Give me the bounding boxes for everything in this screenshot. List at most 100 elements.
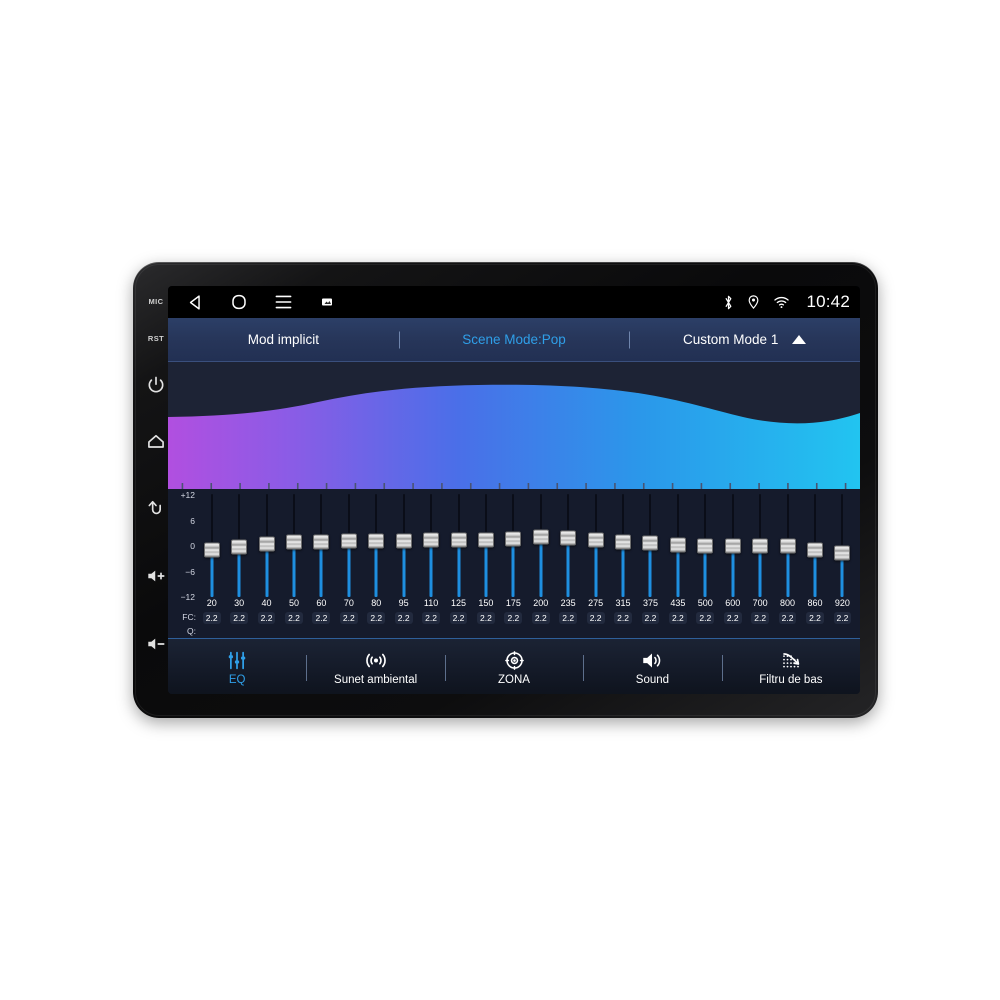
eq-slider-thumb[interactable] xyxy=(450,532,467,548)
eq-band[interactable]: 315 2.2 xyxy=(609,489,636,638)
eq-band[interactable]: 80 2.2 xyxy=(363,489,390,638)
eq-slider-thumb[interactable] xyxy=(669,537,686,553)
eq-slider-thumb[interactable] xyxy=(615,534,632,550)
eq-band-track[interactable] xyxy=(554,489,581,597)
eq-band[interactable]: 500 2.2 xyxy=(692,489,719,638)
eq-slider-thumb[interactable] xyxy=(752,538,769,554)
eq-band-q-value[interactable]: 2.2 xyxy=(312,612,331,624)
eq-band-track[interactable] xyxy=(692,489,719,597)
eq-band-track[interactable] xyxy=(719,489,746,597)
eq-band[interactable]: 50 2.2 xyxy=(280,489,307,638)
eq-band-track[interactable] xyxy=(445,489,472,597)
touchscreen-display[interactable]: 10:42 Mod implicit Scene Mode:Pop Custom… xyxy=(168,286,860,694)
eq-band-track[interactable] xyxy=(829,489,856,597)
eq-band[interactable]: 125 2.2 xyxy=(445,489,472,638)
eq-slider-thumb[interactable] xyxy=(477,532,494,548)
eq-band[interactable]: 60 2.2 xyxy=(308,489,335,638)
eq-slider-thumb[interactable] xyxy=(203,542,220,558)
eq-band-track[interactable] xyxy=(280,489,307,597)
eq-slider-thumb[interactable] xyxy=(340,533,357,549)
eq-band-q-value[interactable]: 2.2 xyxy=(367,612,386,624)
eq-band-q-value[interactable]: 2.2 xyxy=(778,612,797,624)
eq-band-track[interactable] xyxy=(774,489,801,597)
eq-band-q-value[interactable]: 2.2 xyxy=(230,612,249,624)
eq-band-track[interactable] xyxy=(472,489,499,597)
eq-band[interactable]: 600 2.2 xyxy=(719,489,746,638)
tab-zone[interactable]: ZONA xyxy=(445,639,583,694)
eq-band-track[interactable] xyxy=(253,489,280,597)
eq-band-q-value[interactable]: 2.2 xyxy=(477,612,495,624)
eq-band[interactable]: 920 2.2 xyxy=(829,489,856,638)
eq-slider-thumb[interactable] xyxy=(313,534,330,550)
eq-band-track[interactable] xyxy=(801,489,828,597)
eq-band-q-value[interactable]: 2.2 xyxy=(559,612,578,624)
eq-band-q-value[interactable]: 2.2 xyxy=(614,612,632,624)
eq-band-q-value[interactable]: 2.2 xyxy=(531,612,550,624)
eq-band[interactable]: 150 2.2 xyxy=(472,489,499,638)
eq-band-q-value[interactable]: 2.2 xyxy=(723,612,742,624)
eq-band[interactable]: 110 2.2 xyxy=(417,489,444,638)
eq-band-q-value[interactable]: 2.2 xyxy=(285,612,303,624)
mode-scene[interactable]: Scene Mode:Pop xyxy=(399,318,630,361)
android-screenshot-button[interactable] xyxy=(308,286,346,318)
eq-slider-thumb[interactable] xyxy=(587,532,604,548)
mode-default[interactable]: Mod implicit xyxy=(168,318,399,361)
triangle-up-icon[interactable] xyxy=(792,335,807,344)
eq-band-q-value[interactable]: 2.2 xyxy=(668,612,687,624)
eq-band-track[interactable] xyxy=(225,489,252,597)
eq-band[interactable]: 175 2.2 xyxy=(500,489,527,638)
eq-band[interactable]: 275 2.2 xyxy=(582,489,609,638)
eq-band-track[interactable] xyxy=(664,489,691,597)
eq-band[interactable]: 30 2.2 xyxy=(225,489,252,638)
eq-band-track[interactable] xyxy=(746,489,773,597)
eq-slider-thumb[interactable] xyxy=(505,531,522,547)
eq-band[interactable]: 20 2.2 xyxy=(198,489,225,638)
tab-sound[interactable]: Sound xyxy=(583,639,721,694)
eq-band[interactable]: 800 2.2 xyxy=(774,489,801,638)
eq-slider-thumb[interactable] xyxy=(395,533,412,549)
eq-band[interactable]: 200 2.2 xyxy=(527,489,554,638)
eq-band[interactable]: 95 2.2 xyxy=(390,489,417,638)
eq-band-track[interactable] xyxy=(609,489,636,597)
tab-eq[interactable]: EQ xyxy=(168,639,306,694)
eq-slider-thumb[interactable] xyxy=(697,538,714,554)
eq-band[interactable]: 40 2.2 xyxy=(253,489,280,638)
eq-band-track[interactable] xyxy=(335,489,362,597)
eq-band-sliders[interactable]: 20 2.2 30 2.2 40 2.2 50 2.2 60 2.2 70 2.2 80 2.2 95 2.2… xyxy=(198,489,860,638)
eq-slider-thumb[interactable] xyxy=(642,535,659,551)
eq-band-q-value[interactable]: 2.2 xyxy=(422,612,440,624)
eq-band-q-value[interactable]: 2.2 xyxy=(586,612,605,624)
eq-slider-thumb[interactable] xyxy=(258,536,275,552)
eq-band-q-value[interactable]: 2.2 xyxy=(806,612,824,624)
eq-band-q-value[interactable]: 2.2 xyxy=(339,612,358,624)
eq-band-q-value[interactable]: 2.2 xyxy=(202,612,221,624)
eq-band-q-value[interactable]: 2.2 xyxy=(833,612,852,624)
eq-band-track[interactable] xyxy=(198,489,225,597)
eq-slider-thumb[interactable] xyxy=(231,539,248,555)
eq-slider-thumb[interactable] xyxy=(532,529,549,545)
eq-band-track[interactable] xyxy=(637,489,664,597)
android-menu-button[interactable] xyxy=(264,286,302,318)
mode-custom-1[interactable]: Custom Mode 1 xyxy=(629,318,860,361)
eq-band-track[interactable] xyxy=(500,489,527,597)
eq-band[interactable]: 860 2.2 xyxy=(801,489,828,638)
eq-slider-thumb[interactable] xyxy=(368,533,385,549)
eq-band[interactable]: 700 2.2 xyxy=(746,489,773,638)
eq-band[interactable]: 235 2.2 xyxy=(554,489,581,638)
eq-band-q-value[interactable]: 2.2 xyxy=(504,612,523,624)
eq-band-track[interactable] xyxy=(582,489,609,597)
eq-band-track[interactable] xyxy=(417,489,444,597)
eq-slider-thumb[interactable] xyxy=(834,545,851,561)
android-back-button[interactable] xyxy=(176,286,214,318)
eq-slider-thumb[interactable] xyxy=(779,538,796,554)
eq-band-q-value[interactable]: 2.2 xyxy=(449,612,468,624)
android-home-button[interactable] xyxy=(220,286,258,318)
eq-band-track[interactable] xyxy=(390,489,417,597)
eq-slider-thumb[interactable] xyxy=(724,538,741,554)
eq-band[interactable]: 375 2.2 xyxy=(637,489,664,638)
eq-band-q-value[interactable]: 2.2 xyxy=(751,612,770,624)
eq-slider-thumb[interactable] xyxy=(560,530,577,546)
eq-band-track[interactable] xyxy=(363,489,390,597)
eq-slider-thumb[interactable] xyxy=(423,532,440,548)
eq-slider-thumb[interactable] xyxy=(285,534,302,550)
